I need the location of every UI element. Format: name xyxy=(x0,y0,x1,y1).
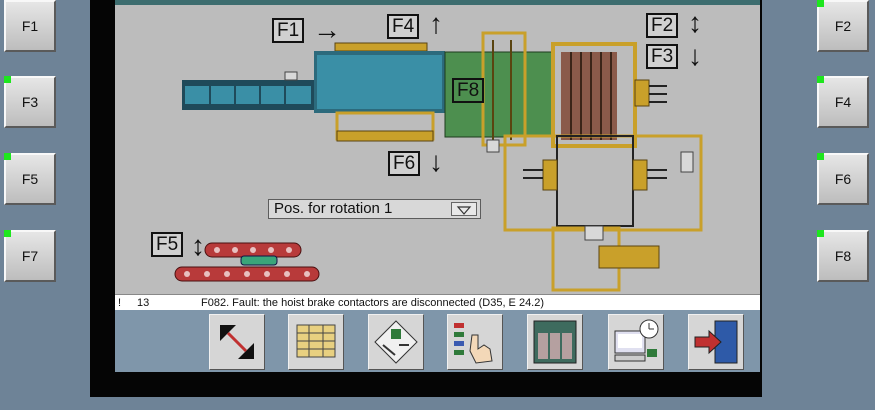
cabinet-icon xyxy=(533,320,577,364)
side-button-f7[interactable]: F7 xyxy=(4,230,56,282)
alarm-message-bar[interactable]: ! 13 F082. Fault: the hoist brake contac… xyxy=(115,294,760,311)
diagram-label-f6: F6 xyxy=(388,151,421,176)
side-button-f4-label: F4 xyxy=(834,94,852,110)
side-button-f1-label: F1 xyxy=(21,18,39,34)
resize-arrows-button[interactable] xyxy=(209,314,265,370)
status-led xyxy=(817,153,824,160)
diagram-label-f4: F4 xyxy=(387,14,420,39)
pallet-stack-icon xyxy=(296,324,336,358)
side-button-f5-label: F5 xyxy=(21,171,39,187)
side-button-f6[interactable]: F6 xyxy=(817,153,869,205)
status-led xyxy=(817,76,824,83)
side-button-f8[interactable]: F8 xyxy=(817,230,869,282)
pallet-stack-button[interactable] xyxy=(288,314,344,370)
side-button-f2-label: F2 xyxy=(834,18,852,34)
side-button-f4[interactable]: F4 xyxy=(817,76,869,128)
side-button-f3[interactable]: F3 xyxy=(4,76,56,128)
diagram-label-f5: F5 xyxy=(151,232,184,257)
diagram-label-f1: F1 xyxy=(272,18,305,43)
hand-select-icon xyxy=(454,323,493,364)
side-button-f8-label: F8 xyxy=(834,248,852,264)
terminal-clock-icon xyxy=(614,319,659,362)
hoist-structure xyxy=(503,134,703,292)
rotation-position-value: Pos. for rotation 1 xyxy=(274,200,393,217)
arrow-f3-icon: ↓ xyxy=(688,40,702,71)
palette-pattern-button[interactable] xyxy=(368,314,424,370)
alarm-number: 13 xyxy=(137,297,150,309)
diagram-label-f3: F3 xyxy=(646,44,679,69)
side-button-f2[interactable]: F2 xyxy=(817,0,869,52)
diagram-label-f2: F2 xyxy=(646,13,679,38)
infeed-conveyor xyxy=(182,71,314,110)
status-led xyxy=(817,230,824,237)
exit-door-button[interactable] xyxy=(688,314,744,370)
rotation-position-select[interactable]: Pos. for rotation 1 xyxy=(268,199,481,219)
arrow-f2-icon: ↕ xyxy=(688,7,702,38)
arrow-f5-icon: ↕ xyxy=(191,230,205,261)
status-led xyxy=(4,76,11,83)
terminal-clock-button[interactable] xyxy=(608,314,664,370)
exit-door-icon xyxy=(694,320,738,364)
main-conveyor xyxy=(314,42,445,142)
alarm-marker: ! xyxy=(118,297,122,309)
status-led xyxy=(4,153,11,160)
side-button-f1[interactable]: F1 xyxy=(4,0,56,52)
side-button-f5[interactable]: F5 xyxy=(4,153,56,205)
arrow-f1-icon: → xyxy=(313,14,341,45)
hmi-screen: F1 → F4 ↑ F2 ↕ F3 ↓ F8 F6 ↓ F5 ↕ Pos. fo… xyxy=(115,0,760,372)
palette-pattern-icon xyxy=(374,320,418,364)
side-button-f6-label: F6 xyxy=(834,171,852,187)
side-button-f7-label: F7 xyxy=(21,248,39,264)
arrow-f6-icon: ↓ xyxy=(429,146,443,177)
resize-arrows-icon xyxy=(220,325,254,359)
diagram-label-f8: F8 xyxy=(452,78,485,103)
status-led xyxy=(817,0,824,7)
cabinet-button[interactable] xyxy=(527,314,583,370)
screen-toolbar xyxy=(115,310,760,372)
hand-select-button[interactable] xyxy=(447,314,503,370)
side-button-f3-label: F3 xyxy=(21,94,39,110)
chevron-down-icon xyxy=(451,202,477,216)
status-led xyxy=(4,230,11,237)
alarm-text: F082. Fault: the hoist brake contactors … xyxy=(201,297,545,309)
arrow-f4-icon: ↑ xyxy=(429,8,443,39)
